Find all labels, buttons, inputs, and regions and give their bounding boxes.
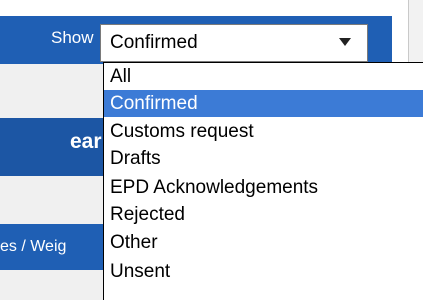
- dropdown-option[interactable]: Drafts: [104, 145, 423, 172]
- right-panel-edge: [408, 0, 423, 64]
- left-row: [0, 270, 103, 300]
- dropdown-option[interactable]: EPD Acknowledgements: [104, 174, 423, 201]
- left-row: [0, 64, 103, 118]
- triangle-down-icon[interactable]: [339, 38, 351, 46]
- left-row: [0, 176, 103, 225]
- partial-column-header: es / Weig: [0, 238, 67, 255]
- dropdown-option[interactable]: Confirmed: [104, 90, 423, 117]
- dropdown-option[interactable]: Rejected: [104, 201, 423, 228]
- show-filter-dropdown: All Confirmed Customs request Drafts EPD Ack…: [103, 62, 423, 300]
- dropdown-option[interactable]: All: [104, 63, 423, 90]
- dropdown-option[interactable]: Customs request: [104, 118, 423, 145]
- select-current-value: Confirmed: [110, 32, 198, 53]
- partial-heading-text: ear: [70, 130, 102, 153]
- show-filter-select[interactable]: Confirmed: [100, 24, 368, 62]
- dropdown-option[interactable]: Unsent: [104, 258, 423, 285]
- show-label: Show: [51, 28, 94, 47]
- dropdown-option[interactable]: Other: [104, 229, 423, 256]
